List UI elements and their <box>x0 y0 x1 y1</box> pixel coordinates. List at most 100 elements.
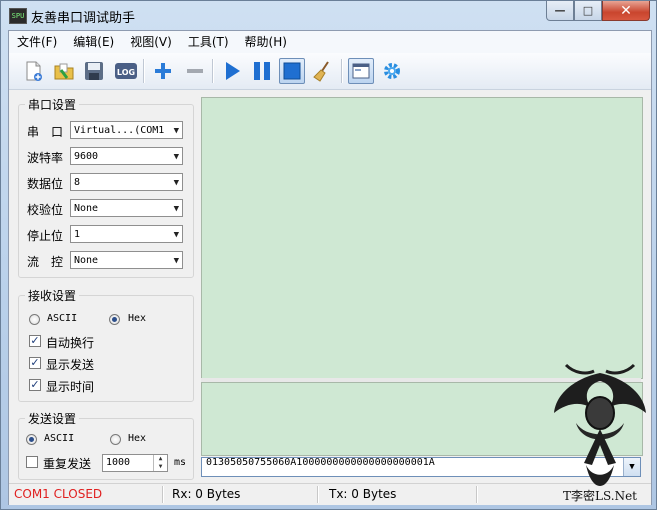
auto-wrap-label[interactable]: 自动换行 <box>46 334 94 351</box>
watermark-logo: T李密LS.Net <box>554 363 646 503</box>
minimize-icon: — <box>554 4 566 17</box>
send-hex-radio[interactable] <box>110 434 121 445</box>
receive-hex-label[interactable]: Hex <box>128 313 146 324</box>
receive-settings-group: 接收设置 ASCII Hex ✓ 自动换行 ✓ 显示发送 ✓ 显示时间 <box>18 287 194 402</box>
receive-ascii-label[interactable]: ASCII <box>47 313 77 324</box>
close-button[interactable]: ✕ <box>602 1 650 21</box>
add-icon <box>155 63 171 79</box>
remove-icon <box>187 69 203 73</box>
add-button[interactable] <box>150 58 176 84</box>
show-send-label[interactable]: 显示发送 <box>46 356 94 373</box>
close-icon: ✕ <box>620 2 632 19</box>
menu-tools[interactable]: 工具(T) <box>180 31 237 53</box>
rx-counter: Rx: 0 Bytes <box>172 487 241 501</box>
flow-value: None <box>74 255 99 266</box>
toolbar: LOG <box>9 53 651 90</box>
new-file-icon <box>26 61 42 81</box>
interval-value: 1000 <box>106 457 131 468</box>
window-controls: — □ ✕ <box>546 1 650 21</box>
auto-wrap-checkbox[interactable]: ✓ <box>29 335 41 347</box>
receive-display[interactable] <box>201 97 643 379</box>
open-button[interactable] <box>51 58 77 84</box>
app-window: SPU 友善串口调试助手 — □ ✕ 文件(F) 编辑(E) 视图(V) 工具(… <box>0 0 657 510</box>
tx-counter: Tx: 0 Bytes <box>329 487 397 501</box>
port-status: COM1 CLOSED <box>14 487 103 501</box>
menu-bar: 文件(F) 编辑(E) 视图(V) 工具(T) 帮助(H) <box>9 31 651 53</box>
baud-label: 波特率 <box>27 151 64 165</box>
settings-gear-icon <box>384 63 400 79</box>
parity-label: 校验位 <box>27 203 64 217</box>
flow-label: 流 控 <box>27 255 64 269</box>
chevron-down-icon: ▼ <box>173 152 179 162</box>
send-hex-label[interactable]: Hex <box>128 433 146 444</box>
port-select[interactable]: Virtual...(COM1 ▼ <box>70 121 183 139</box>
toolbar-separator <box>341 59 342 83</box>
minimize-button[interactable]: — <box>546 1 574 21</box>
window-title: 友善串口调试助手 <box>31 11 136 26</box>
clear-button[interactable] <box>310 58 336 84</box>
toolbar-separator <box>212 59 213 83</box>
stopbits-select[interactable]: 1 ▼ <box>70 225 183 243</box>
toolbar-separator <box>143 59 144 83</box>
start-button[interactable] <box>219 58 245 84</box>
remove-button[interactable] <box>182 58 208 84</box>
show-time-label[interactable]: 显示时间 <box>46 378 94 395</box>
new-file-button[interactable] <box>21 58 47 84</box>
parity-select[interactable]: None ▼ <box>70 199 183 217</box>
menu-help[interactable]: 帮助(H) <box>237 31 295 53</box>
chevron-down-icon: ▼ <box>173 256 179 266</box>
save-icon <box>85 62 103 80</box>
menu-edit[interactable]: 编辑(E) <box>65 31 122 53</box>
baud-select[interactable]: 9600 ▼ <box>70 147 183 165</box>
send-ascii-radio[interactable] <box>26 434 37 445</box>
menu-view[interactable]: 视图(V) <box>122 31 180 53</box>
repeat-send-checkbox[interactable] <box>26 456 38 468</box>
show-time-checkbox[interactable]: ✓ <box>29 379 41 391</box>
pause-icon <box>254 62 270 80</box>
databits-label: 数据位 <box>27 177 64 191</box>
chevron-down-icon: ▼ <box>173 204 179 214</box>
open-folder-icon <box>54 63 74 80</box>
databits-select[interactable]: 8 ▼ <box>70 173 183 191</box>
chevron-down-icon: ▼ <box>173 230 179 240</box>
menu-file[interactable]: 文件(F) <box>9 31 65 53</box>
port-label: 串 口 <box>27 125 64 139</box>
serial-settings-group: 串口设置 串 口 Virtual...(COM1 ▼ 波特率 9600 ▼ 数据位 … <box>18 96 194 278</box>
chevron-down-icon: ▼ <box>173 178 179 188</box>
clear-broom-icon <box>313 61 329 82</box>
send-settings-title: 发送设置 <box>25 410 80 427</box>
interval-unit: ms <box>174 457 187 468</box>
log-button[interactable]: LOG <box>113 58 139 84</box>
flow-select[interactable]: None ▼ <box>70 251 183 269</box>
title-bar[interactable]: SPU 友善串口调试助手 — □ ✕ <box>1 1 656 29</box>
window-icon <box>352 63 370 79</box>
play-icon <box>226 62 240 80</box>
port-value: Virtual...(COM1 <box>74 125 165 136</box>
save-button[interactable] <box>81 58 107 84</box>
window-button[interactable] <box>348 58 374 84</box>
stop-button[interactable] <box>279 58 305 84</box>
serial-settings-title: 串口设置 <box>25 96 80 113</box>
status-separator <box>162 486 163 503</box>
app-icon: SPU <box>9 8 27 24</box>
status-separator <box>317 486 318 503</box>
stopbits-value: 1 <box>74 229 81 240</box>
repeat-send-label[interactable]: 重复发送 <box>43 455 91 472</box>
databits-value: 8 <box>74 177 81 188</box>
log-icon: LOG <box>115 63 137 79</box>
send-ascii-label[interactable]: ASCII <box>44 433 74 444</box>
receive-hex-radio[interactable] <box>109 314 120 325</box>
maximize-icon: □ <box>582 4 594 17</box>
stopbits-label: 停止位 <box>27 229 64 243</box>
settings-button[interactable] <box>379 58 405 84</box>
show-send-checkbox[interactable]: ✓ <box>29 357 41 369</box>
log-label: LOG <box>117 68 135 77</box>
maximize-button[interactable]: □ <box>574 1 602 21</box>
spin-arrows-icon[interactable]: ▲ ▼ <box>153 455 167 471</box>
pause-button[interactable] <box>249 58 275 84</box>
watermark-text: T李密LS.Net <box>563 488 637 503</box>
receive-ascii-radio[interactable] <box>29 314 40 325</box>
status-separator <box>476 486 477 503</box>
interval-spinbox[interactable]: 1000 ▲ ▼ <box>102 454 168 472</box>
receive-settings-title: 接收设置 <box>25 287 80 304</box>
